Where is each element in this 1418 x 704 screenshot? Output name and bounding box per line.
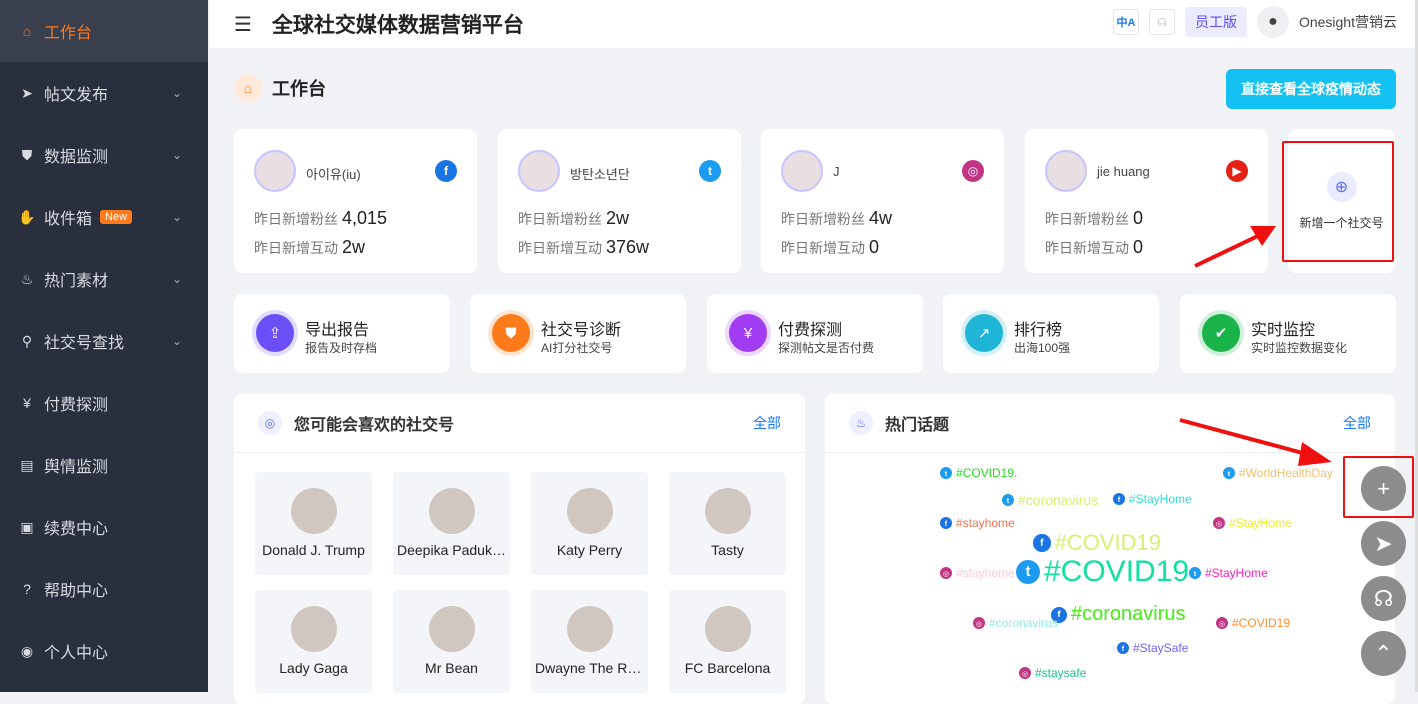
annotation-arrows [1179,226,1332,466]
